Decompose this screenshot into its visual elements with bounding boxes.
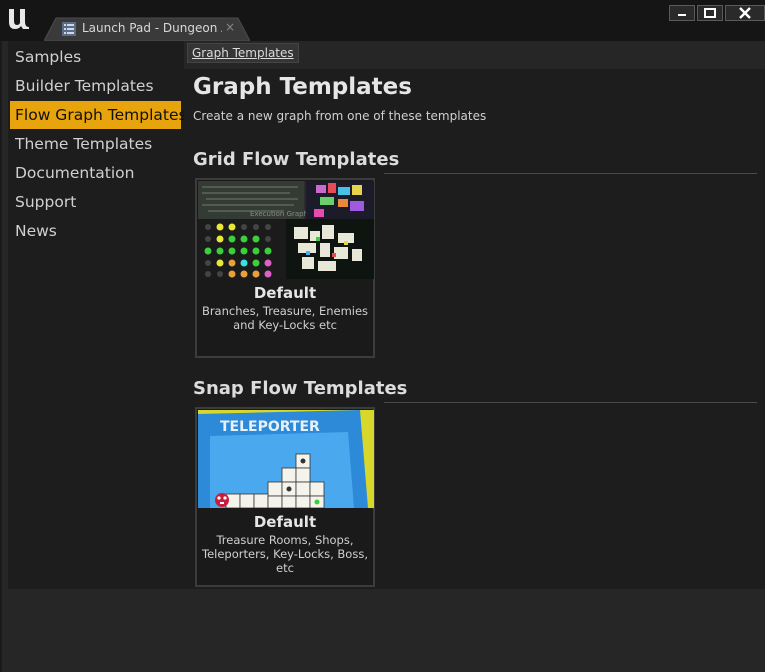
- section-divider: [384, 173, 757, 174]
- thumbnail-caption: TELEPORTER: [220, 419, 320, 435]
- breadcrumb[interactable]: Graph Templates: [187, 43, 299, 63]
- main-content: Graph Templates Create a new graph from …: [184, 69, 765, 589]
- launchpad-list-icon: [62, 22, 76, 36]
- section-title-snap-flow: Snap Flow Templates: [193, 378, 408, 399]
- close-button[interactable]: [725, 5, 765, 21]
- page-title: Graph Templates: [193, 74, 412, 100]
- thumbnail-caption: Execution Graph: [250, 210, 308, 218]
- section-title-grid-flow: Grid Flow Templates: [193, 149, 400, 170]
- window-footer: [2, 589, 765, 672]
- sidebar-item-support[interactable]: Support: [10, 188, 181, 216]
- sidebar-item-flow-graph-templates[interactable]: Flow Graph Templates: [10, 101, 187, 129]
- unreal-logo-icon[interactable]: [6, 6, 32, 32]
- sidebar-item-documentation[interactable]: Documentation: [10, 159, 181, 187]
- card-title: Default: [253, 513, 317, 531]
- close-icon: [739, 7, 751, 19]
- sidebar-item-builder-templates[interactable]: Builder Templates: [10, 72, 181, 100]
- title-bar: Launch Pad - Dungeon A ×: [0, 0, 765, 41]
- grid-flow-thumbnail: Execution Graph: [198, 181, 374, 279]
- sidebar-item-theme-templates[interactable]: Theme Templates: [10, 130, 181, 158]
- document-tab[interactable]: Launch Pad - Dungeon A ×: [44, 17, 250, 41]
- minimize-button[interactable]: [669, 5, 695, 21]
- section-divider: [384, 402, 757, 403]
- tab-close-icon[interactable]: ×: [225, 20, 235, 34]
- window-body: Samples Builder Templates Flow Graph Tem…: [0, 41, 765, 672]
- sidebar: Samples Builder Templates Flow Graph Tem…: [8, 41, 187, 589]
- sidebar-item-samples[interactable]: Samples: [10, 43, 181, 71]
- page-subtitle: Create a new graph from one of these tem…: [193, 109, 487, 123]
- maximize-button[interactable]: [697, 5, 723, 21]
- template-card-grid-flow-default[interactable]: Execution Graph Default Branches, Treasu…: [195, 178, 375, 358]
- card-description: Branches, Treasure, Enemies and Key-Lock…: [201, 304, 369, 332]
- snap-flow-thumbnail: TELEPORTER: [198, 410, 374, 508]
- template-card-snap-flow-default[interactable]: TELEPORTER Default Treasure Rooms, Shops…: [195, 407, 375, 587]
- window-controls: [669, 5, 765, 21]
- minimize-icon: [678, 14, 686, 16]
- sidebar-item-news[interactable]: News: [10, 217, 181, 245]
- tab-label: Launch Pad - Dungeon A: [82, 21, 222, 35]
- card-title: Default: [253, 284, 317, 302]
- card-description: Treasure Rooms, Shops, Teleporters, Key-…: [202, 533, 368, 575]
- maximize-icon: [704, 8, 716, 18]
